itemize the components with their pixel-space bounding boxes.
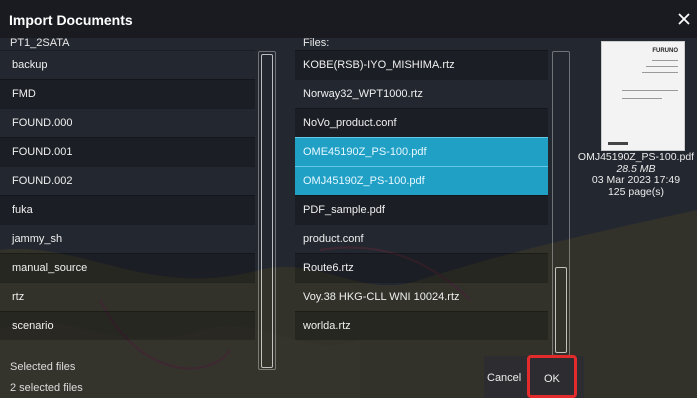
file-item[interactable]: KOBE(RSB)-IYO_MISHIMA.rtz bbox=[295, 50, 548, 79]
preview-footer-mark bbox=[608, 142, 628, 145]
preview-pages: 125 page(s) bbox=[607, 185, 665, 198]
import-documents-dialog: Import Documents PT1_2SATA Files: backup… bbox=[0, 0, 697, 398]
folder-item[interactable]: FOUND.001 bbox=[0, 137, 255, 166]
file-scroll-thumb[interactable] bbox=[555, 267, 567, 353]
selected-files-count: 2 selected files bbox=[10, 382, 83, 394]
preview-text-line bbox=[646, 66, 678, 67]
preview-brand-logo: FURUNO bbox=[652, 48, 678, 54]
preview-info: OMJ45190Z_PS-100.pdf 28.5 MB 03 Mar 2023… bbox=[575, 151, 697, 198]
file-list: KOBE(RSB)-IYO_MISHIMA.rtz Norway32_WPT10… bbox=[295, 50, 548, 356]
ok-button[interactable]: OK bbox=[527, 355, 577, 398]
close-button[interactable] bbox=[673, 8, 695, 30]
file-item[interactable]: worlda.rtz bbox=[295, 311, 548, 340]
folder-list: backup FMD FOUND.000 FOUND.001 FOUND.002… bbox=[0, 50, 255, 370]
cancel-button[interactable]: Cancel bbox=[487, 372, 521, 384]
file-item[interactable]: product.conf bbox=[295, 224, 548, 253]
dialog-title: Import Documents bbox=[9, 12, 133, 28]
folder-item[interactable]: jammy_sh bbox=[0, 224, 255, 253]
preview-text-line bbox=[622, 90, 678, 91]
file-item[interactable]: PDF_sample.pdf bbox=[295, 195, 548, 224]
folder-item[interactable]: FOUND.002 bbox=[0, 166, 255, 195]
folder-item[interactable]: scenario bbox=[0, 311, 255, 340]
document-preview-thumbnail: FURUNO bbox=[601, 41, 685, 151]
file-item[interactable]: NoVo_product.conf bbox=[295, 108, 548, 137]
folder-item[interactable]: fuka bbox=[0, 195, 255, 224]
folder-item[interactable]: FMD bbox=[0, 79, 255, 108]
preview-date: 03 Mar 2023 17:49 bbox=[591, 174, 681, 186]
file-scrollbar[interactable] bbox=[552, 51, 570, 356]
folder-item[interactable]: backup bbox=[0, 50, 255, 79]
close-icon bbox=[678, 13, 690, 25]
preview-filename: OMJ45190Z_PS-100.pdf bbox=[577, 151, 695, 163]
preview-text-line bbox=[652, 60, 678, 61]
folder-scrollbar[interactable] bbox=[258, 51, 276, 370]
dialog-title-bar: Import Documents bbox=[0, 0, 697, 38]
folder-item[interactable]: FOUND.000 bbox=[0, 108, 255, 137]
file-item-selected[interactable]: OMJ45190Z_PS-100.pdf bbox=[295, 166, 548, 195]
ok-button-label: OK bbox=[544, 373, 560, 385]
folder-item[interactable]: manual_source bbox=[0, 253, 255, 282]
folder-item[interactable]: rtz bbox=[0, 282, 255, 311]
selected-files-label: Selected files bbox=[10, 361, 76, 373]
file-item-selected[interactable]: OME45190Z_PS-100.pdf bbox=[295, 137, 548, 166]
file-item[interactable]: Route6.rtz bbox=[295, 253, 548, 282]
files-header: Files: bbox=[303, 37, 330, 49]
folder-scroll-thumb[interactable] bbox=[261, 54, 273, 368]
file-item[interactable]: Voy.38 HKG-CLL WNI 10024.rtz bbox=[295, 282, 548, 311]
current-folder-label: PT1_2SATA bbox=[10, 37, 70, 49]
file-item[interactable]: Norway32_WPT1000.rtz bbox=[295, 79, 548, 108]
preview-text-line bbox=[642, 72, 678, 73]
preview-text-line bbox=[622, 98, 662, 99]
